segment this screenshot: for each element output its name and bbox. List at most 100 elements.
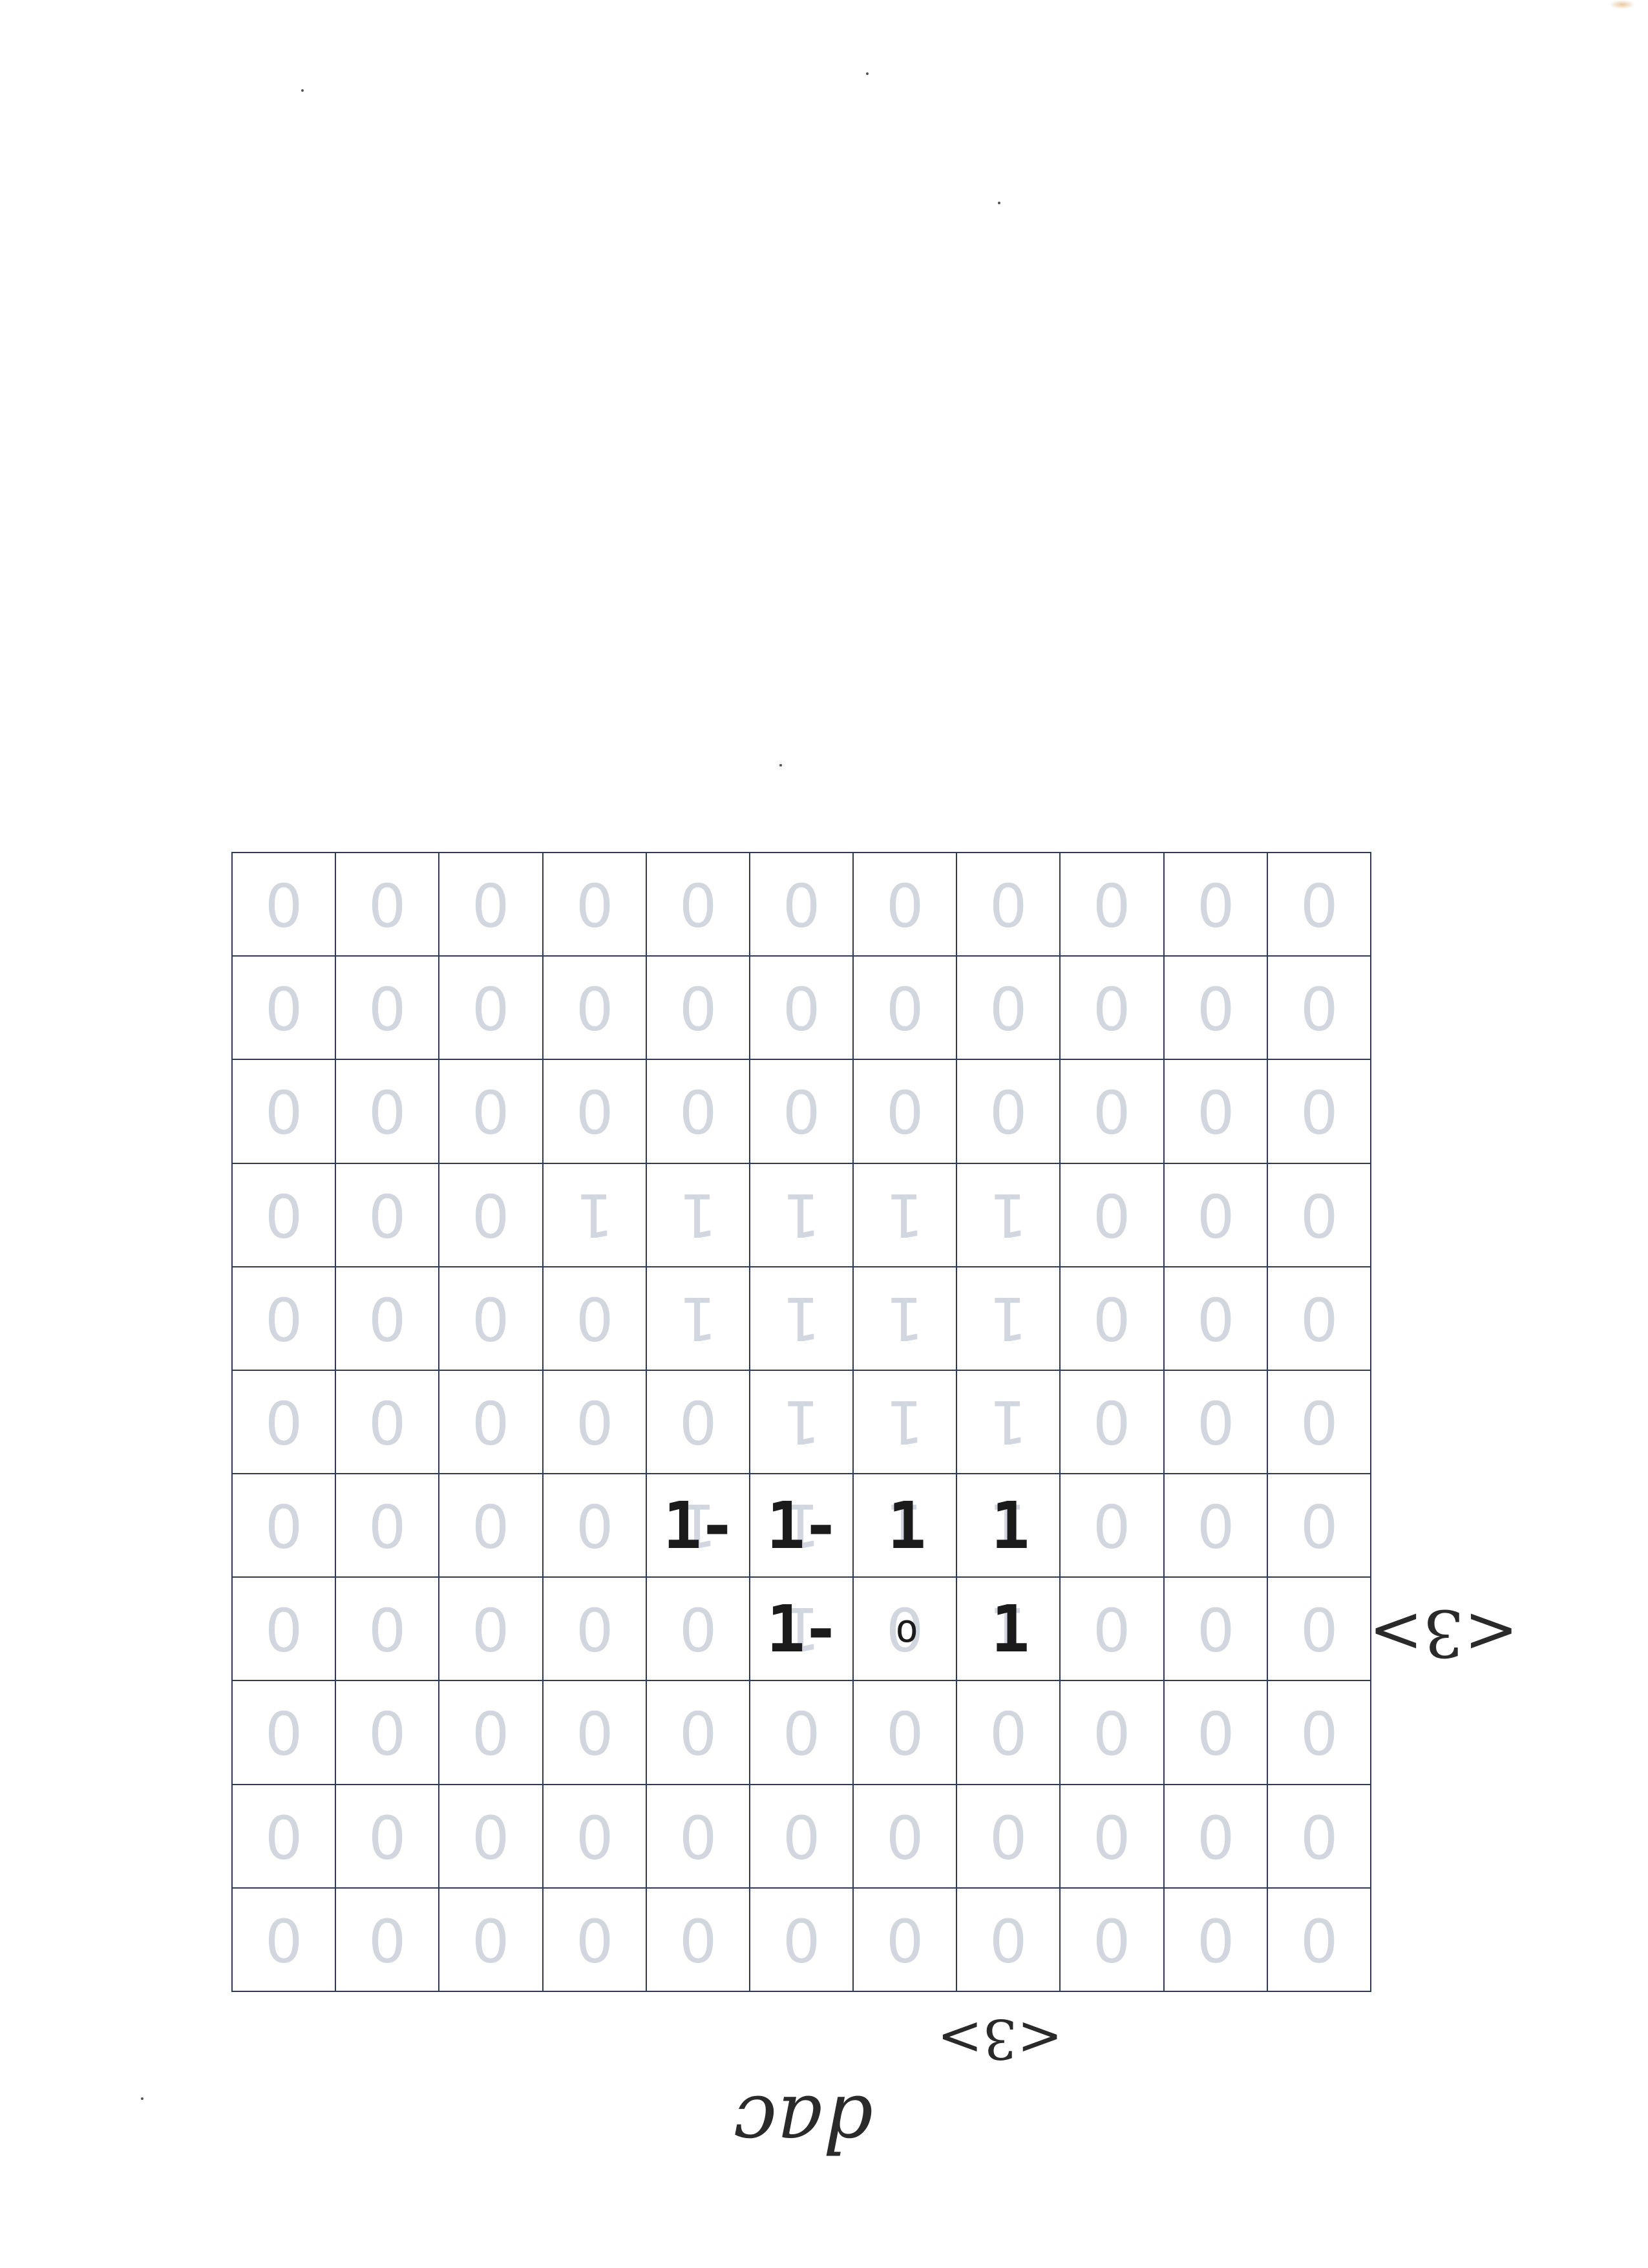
printed-digit: 0 bbox=[782, 1698, 821, 1768]
printed-digit: 0 bbox=[575, 973, 613, 1043]
grid-cell: 0 bbox=[233, 1888, 337, 1992]
printed-digit: 0 bbox=[1093, 1490, 1131, 1560]
grid-cell: 0 bbox=[1061, 853, 1165, 957]
printed-digit: 0 bbox=[1300, 1076, 1338, 1146]
grid-cell: 0 bbox=[1164, 853, 1268, 957]
printed-digit: 0 bbox=[264, 973, 303, 1043]
grid-cell: 0 bbox=[439, 1578, 544, 1682]
printed-digit: 0 bbox=[472, 1387, 510, 1457]
grid-cell: 0 bbox=[750, 1681, 854, 1785]
grid-cell: 0 bbox=[439, 853, 544, 957]
grid-cell: 0 bbox=[750, 1888, 854, 1992]
number-grid: 0000000000000000000000000000000000001111… bbox=[231, 852, 1371, 1992]
grid-cell: 0 bbox=[646, 957, 750, 1061]
grid-cell: 0 bbox=[1061, 1888, 1165, 1992]
printed-digit: 0 bbox=[1300, 1180, 1338, 1250]
printed-digit: 0 bbox=[368, 973, 407, 1043]
printed-digit: 1 bbox=[885, 1180, 924, 1250]
grid-cell: 0 bbox=[957, 1888, 1061, 1992]
grid-cell: 0 bbox=[543, 1267, 647, 1371]
printed-digit: 0 bbox=[1093, 1905, 1131, 1975]
grid-cell: 0 bbox=[336, 1267, 440, 1371]
printed-digit: 0 bbox=[679, 1698, 717, 1768]
printed-digit: 1 bbox=[989, 1180, 1028, 1250]
printed-digit: 0 bbox=[472, 1076, 510, 1146]
printed-digit: 0 bbox=[1196, 1387, 1234, 1457]
printed-digit: 0 bbox=[989, 1801, 1028, 1871]
grid-cell: 0 bbox=[957, 1060, 1061, 1164]
grid-cell: 1 bbox=[646, 1163, 750, 1267]
printed-digit: 0 bbox=[368, 1076, 407, 1146]
grid-cell: 0 bbox=[336, 1163, 440, 1267]
printed-digit: 0 bbox=[264, 869, 303, 939]
grid-cell: 0 bbox=[543, 1370, 647, 1475]
printed-digit: 0 bbox=[1093, 1284, 1131, 1353]
grid-cell: 0 bbox=[1061, 1060, 1165, 1164]
printed-digit: 0 bbox=[264, 1698, 303, 1768]
printed-digit: 0 bbox=[885, 973, 924, 1043]
grid-cell: 0 bbox=[1164, 1681, 1268, 1785]
grid-cell: 0 bbox=[233, 1474, 337, 1578]
printed-digit: 0 bbox=[575, 1801, 613, 1871]
printed-digit: 0 bbox=[1093, 1594, 1131, 1664]
grid-cell: 0 bbox=[646, 1370, 750, 1475]
grid-cell: 0 bbox=[233, 957, 337, 1061]
grid-cell: 0 bbox=[750, 853, 854, 957]
printed-digit: 0 bbox=[472, 1801, 510, 1871]
grid-cell: 0 bbox=[336, 1681, 440, 1785]
grid-cell: 0 bbox=[233, 1163, 337, 1267]
grid-cell: 0 bbox=[1267, 1474, 1371, 1578]
grid-cell: 1 bbox=[750, 1163, 854, 1267]
grid-cell: 0 bbox=[439, 1267, 544, 1371]
printed-digit: 0 bbox=[1300, 869, 1338, 939]
grid-cell: 0 bbox=[646, 1681, 750, 1785]
printed-digit: 0 bbox=[1093, 1076, 1131, 1146]
grid-cell: 0 bbox=[854, 853, 958, 957]
printed-digit: 1 bbox=[575, 1180, 613, 1250]
paper-speck bbox=[779, 764, 782, 767]
grid-cell: 0 bbox=[1164, 1267, 1268, 1371]
printed-digit: 0 bbox=[679, 1801, 717, 1871]
printed-digit: 0 bbox=[885, 1905, 924, 1975]
grid-cell: 0 bbox=[854, 1060, 958, 1164]
printed-digit: 1 bbox=[782, 1284, 821, 1353]
grid-cell: 0 bbox=[1061, 1474, 1165, 1578]
grid-cell: 0 bbox=[1061, 1163, 1165, 1267]
printed-digit: 0 bbox=[368, 1905, 407, 1975]
grid-cell: 0 bbox=[646, 1888, 750, 1992]
grid-cell: 0 bbox=[439, 1370, 544, 1475]
printed-digit: 0 bbox=[1196, 1076, 1234, 1146]
printed-digit: 0 bbox=[679, 1905, 717, 1975]
grid-cell: 1 1- bbox=[750, 1474, 854, 1578]
grid-cell: 0 bbox=[233, 853, 337, 957]
paper-speck bbox=[301, 89, 304, 92]
grid-cell: 0 bbox=[1267, 1578, 1371, 1682]
printed-digit: 0 bbox=[885, 869, 924, 939]
printed-digit: 0 bbox=[368, 869, 407, 939]
grid-cell: 0 bbox=[439, 1163, 544, 1267]
printed-digit: 0 bbox=[472, 973, 510, 1043]
grid-cell: 1 bbox=[750, 1370, 854, 1475]
grid-cell: 0 bbox=[233, 1370, 337, 1475]
grid-cell: 0 bbox=[543, 1474, 647, 1578]
printed-digit: 0 bbox=[989, 869, 1028, 939]
printed-digit: 0 bbox=[575, 869, 613, 939]
grid-cell: 1 bbox=[854, 1370, 958, 1475]
handwritten-mark: 1- bbox=[662, 1487, 737, 1563]
printed-digit: 0 bbox=[782, 973, 821, 1043]
printed-digit: 1 bbox=[782, 1180, 821, 1250]
printed-digit: 0 bbox=[472, 869, 510, 939]
printed-digit: 0 bbox=[368, 1801, 407, 1871]
grid-cell: 0 bbox=[854, 1681, 958, 1785]
grid-cell: 0 bbox=[854, 1888, 958, 1992]
handwritten-mark: o bbox=[895, 1606, 918, 1652]
printed-digit: 0 bbox=[1196, 1698, 1234, 1768]
printed-digit: 0 bbox=[264, 1905, 303, 1975]
grid-cell: 0 bbox=[1164, 1060, 1268, 1164]
printed-digit: 0 bbox=[1300, 1905, 1338, 1975]
grid-cell: 0 bbox=[750, 1060, 854, 1164]
printed-digit: 0 bbox=[575, 1284, 613, 1353]
grid-cell: 0 bbox=[439, 1888, 544, 1992]
grid-cell: 0 bbox=[1164, 1163, 1268, 1267]
handwritten-mark: 1- bbox=[766, 1591, 840, 1667]
